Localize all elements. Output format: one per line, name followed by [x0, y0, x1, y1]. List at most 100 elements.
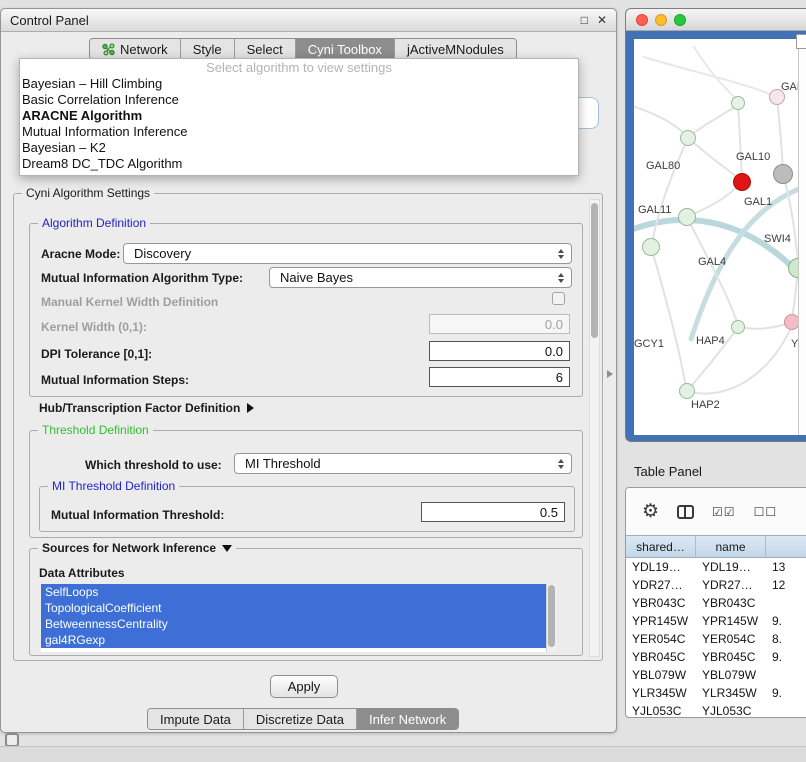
network-node[interactable] [784, 314, 798, 330]
table-cell [766, 702, 806, 718]
network-node[interactable] [642, 238, 660, 256]
network-edge[interactable] [688, 138, 740, 180]
node-label-gal: GAL [781, 81, 798, 93]
tab-style[interactable]: Style [180, 39, 234, 59]
network-node[interactable] [773, 164, 793, 184]
tab-cyni-toolbox[interactable]: Cyni Toolbox [295, 39, 394, 59]
algorithm-option-basic-correlation-inference[interactable]: Basic Correlation Inference [20, 92, 578, 108]
dpi-tolerance-value: 0.0 [545, 344, 563, 359]
network-edge[interactable] [652, 138, 688, 244]
apply-button[interactable]: Apply [270, 675, 338, 698]
control-panel-titlebar[interactable]: Control Panel □ ✕ [1, 9, 616, 32]
which-threshold-select[interactable]: MI Threshold [234, 453, 572, 474]
network-scroll-corner[interactable] [796, 34, 806, 49]
table-cell: YDR27… [626, 576, 696, 594]
deselect-all-columns-icon[interactable]: ☐☐ [754, 505, 778, 519]
algorithm-option-aracne-algorithm[interactable]: ARACNE Algorithm [20, 108, 578, 124]
tab-jactivemnodules[interactable]: jActiveMNodules [394, 39, 516, 59]
columns-icon[interactable] [677, 505, 694, 519]
gear-icon[interactable]: ⚙ [642, 502, 659, 521]
network-edge[interactable] [777, 98, 783, 171]
table-row[interactable]: YLR345WYLR345W9. [626, 684, 806, 702]
panel-splitter-arrow-icon[interactable] [607, 370, 613, 378]
table-row[interactable]: YBR043CYBR043C [626, 594, 806, 612]
table-row[interactable]: YER054CYER054C8. [626, 630, 806, 648]
dpi-tolerance-input[interactable]: 0.0 [429, 341, 570, 361]
column-header-blank[interactable] [766, 536, 806, 557]
network-node[interactable] [731, 96, 745, 110]
manual-kernel-width-checkbox[interactable] [552, 292, 565, 305]
network-window-titlebar[interactable] [626, 9, 806, 31]
table-row[interactable]: YBL079WYBL079W [626, 666, 806, 684]
algorithm-option-dream8-dc-tdc-algorithm[interactable]: Dream8 DC_TDC Algorithm [20, 156, 578, 172]
network-edge[interactable] [692, 105, 738, 135]
tab-infer-network[interactable]: Infer Network [356, 709, 458, 729]
float-window-icon[interactable]: □ [581, 13, 588, 27]
close-traffic-light-icon[interactable] [636, 14, 648, 26]
mi-threshold-input[interactable]: 0.5 [421, 502, 565, 522]
attribute-item-betweennesscentrality[interactable]: BetweennessCentrality [41, 616, 546, 632]
settings-scrollbar-thumb[interactable] [591, 203, 598, 338]
algorithm-option-mutual-information-inference[interactable]: Mutual Information Inference [20, 124, 578, 140]
collapse-arrow-icon[interactable] [222, 545, 232, 552]
tab-impute-data[interactable]: Impute Data [148, 709, 243, 729]
minimize-traffic-light-icon[interactable] [655, 14, 667, 26]
table-row[interactable]: YJL053CYJL053C [626, 702, 806, 718]
hub-definition-label: Hub/Transcription Factor Definition [39, 401, 240, 415]
hub-definition-section[interactable]: Hub/Transcription Factor Definition [39, 401, 254, 415]
cyni-mode-tab-bar: Impute DataDiscretize DataInfer Network [147, 708, 459, 730]
zoom-traffic-light-icon[interactable] [674, 14, 686, 26]
network-node[interactable] [678, 208, 696, 226]
network-edge[interactable] [687, 217, 738, 325]
select-all-columns-icon[interactable]: ☑☑ [712, 505, 736, 519]
table-row[interactable]: YDL19…YDL19…13 [626, 558, 806, 576]
dpi-tolerance-label: DPI Tolerance [0,1]: [41, 347, 152, 361]
tab-select[interactable]: Select [234, 39, 295, 59]
column-header-shared[interactable]: shared… [626, 536, 696, 557]
mi-steps-input[interactable]: 6 [429, 367, 570, 387]
table-row[interactable]: YPR145WYPR145W9. [626, 612, 806, 630]
tab-discretize-data[interactable]: Discretize Data [243, 709, 356, 729]
network-node[interactable] [733, 173, 751, 191]
attribute-item-selfloops[interactable]: SelfLoops [41, 584, 546, 600]
table-row[interactable]: YBR045CYBR045C9. [626, 648, 806, 666]
network-edge[interactable] [738, 105, 742, 180]
network-scrollbar-track[interactable] [798, 39, 806, 435]
attribute-item-topologicalcoefficient[interactable]: TopologicalCoefficient [41, 600, 546, 616]
network-canvas[interactable]: GALGAL80GAL10GAL11GAL1SWI4GAL4GCY1HAP4YH… [634, 39, 798, 435]
data-attributes-label: Data Attributes [39, 566, 125, 580]
combo-arrows-icon [558, 268, 564, 287]
minimized-panel-icon[interactable] [5, 733, 19, 747]
network-view-window: GALGAL80GAL10GAL11GAL1SWI4GAL4GCY1HAP4YH… [625, 8, 806, 442]
column-header-name[interactable]: name [696, 536, 766, 557]
network-node[interactable] [731, 320, 745, 334]
algorithm-dropdown: Select algorithm to view settings Bayesi… [19, 58, 579, 176]
tab-network[interactable]: Network [90, 39, 180, 59]
sources-title-row[interactable]: Sources for Network Inference [38, 541, 236, 555]
aracne-mode-select[interactable]: Discovery [123, 243, 572, 264]
table-cell: YDL19… [696, 558, 766, 576]
table-row[interactable]: YDR27…YDR27…12 [626, 576, 806, 594]
network-node[interactable] [680, 130, 696, 146]
algorithm-dropdown-list: Bayesian – Hill ClimbingBasic Correlatio… [20, 76, 578, 172]
settings-scrollbar[interactable] [589, 199, 600, 657]
attributes-scrollbar[interactable] [546, 584, 557, 652]
attribute-item-gal4rgexp[interactable]: gal4RGexp [41, 632, 546, 648]
node-label-gcy1: GCY1 [634, 338, 664, 350]
table-cell: 9. [766, 612, 806, 630]
network-edge[interactable] [644, 57, 777, 97]
algorithm-option-bayesian-hill-climbing[interactable]: Bayesian – Hill Climbing [20, 76, 578, 92]
window-buttons: □ ✕ [581, 13, 607, 27]
network-edge[interactable] [694, 47, 738, 101]
close-icon[interactable]: ✕ [597, 13, 607, 27]
expand-arrow-icon[interactable] [247, 403, 254, 413]
network-edge[interactable] [651, 247, 686, 388]
algorithm-option-bayesian-k2[interactable]: Bayesian – K2 [20, 140, 578, 156]
which-threshold-label: Which threshold to use: [85, 458, 222, 472]
apply-button-label: Apply [288, 679, 321, 694]
table-cell: YBL079W [626, 666, 696, 684]
attributes-scrollbar-thumb[interactable] [548, 585, 555, 647]
network-node[interactable] [679, 383, 695, 399]
network-edge[interactable] [634, 105, 686, 135]
mi-algorithm-type-select[interactable]: Naive Bayes [269, 267, 572, 288]
